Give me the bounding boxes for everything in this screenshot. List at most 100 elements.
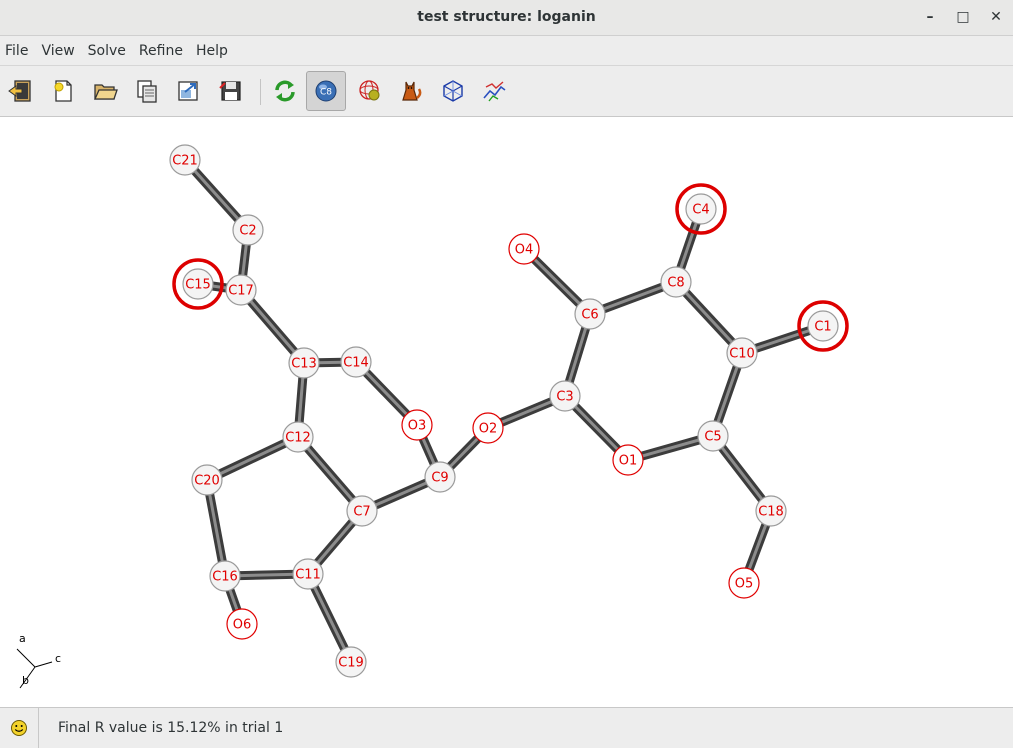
unit-cell-icon [443, 80, 463, 102]
atom-C16[interactable]: C16 [209, 560, 241, 592]
copy-icon [137, 80, 157, 103]
new-icon [54, 80, 72, 102]
refresh-button[interactable] [265, 71, 305, 111]
atom-label: C8 [667, 276, 684, 291]
menu-refine[interactable]: Refine [134, 43, 191, 59]
status-message: Final R value is 15.12% in trial 1 [58, 720, 284, 736]
axis-c-label: c [55, 652, 61, 665]
atom-O6[interactable]: O6 [226, 608, 258, 640]
window-title: test structure: loganin [417, 9, 596, 25]
atom-O1[interactable]: O1 [612, 444, 644, 476]
atom-O2[interactable]: O2 [472, 412, 504, 444]
atom-labels-button-text: C8 [320, 88, 332, 98]
atom-label: C11 [295, 568, 321, 583]
fragment-icon [483, 81, 506, 102]
molecule-canvas[interactable]: C21 C2 C15 C17 C13 C14 O3 C12 C20 C9 O2 C7 C16 C11 O6 C… [0, 117, 1013, 707]
atom-C4[interactable]: C4 [675, 183, 727, 235]
atom-label: C6 [581, 308, 598, 323]
axis-c-line [34, 661, 53, 668]
sphere-button[interactable] [350, 71, 390, 111]
atom-label: O4 [515, 243, 534, 258]
export-icon [178, 81, 198, 101]
atom-label: C4 [692, 203, 709, 218]
copy-button[interactable] [127, 71, 167, 111]
export-button[interactable] [168, 71, 208, 111]
atom-C11[interactable]: C11 [292, 558, 324, 590]
new-button[interactable] [43, 71, 83, 111]
exit-icon [8, 80, 31, 102]
atoms-layer: C21 C2 C15 C17 C13 C14 O3 C12 C20 C9 O2 C7 C16 C11 O6 C… [169, 144, 849, 678]
atom-O3[interactable]: O3 [401, 409, 433, 441]
atom-C12[interactable]: C12 [282, 421, 314, 453]
atom-labels-icon: C8 [315, 80, 337, 102]
toolbar-separator [260, 79, 261, 105]
atom-C8[interactable]: C8 [660, 266, 692, 298]
exit-button[interactable] [0, 71, 40, 111]
save-button[interactable] [211, 71, 251, 111]
atom-label: C12 [285, 431, 311, 446]
atom-labels-button[interactable]: C8 [306, 71, 346, 111]
status-bar: Final R value is 15.12% in trial 1 [0, 707, 1013, 748]
atom-C7[interactable]: C7 [346, 495, 378, 527]
atom-O5[interactable]: O5 [728, 567, 760, 599]
save-icon [219, 81, 241, 101]
atom-C13[interactable]: C13 [288, 347, 320, 379]
maximize-icon: □ [956, 9, 970, 25]
atom-label: O3 [408, 419, 427, 434]
toolbar: C8 [0, 67, 1013, 117]
minimize-button[interactable]: – [918, 6, 942, 28]
sphere-icon [359, 80, 380, 101]
orientation-axes: a c b [16, 632, 61, 689]
open-icon [93, 84, 118, 100]
atom-C19[interactable]: C19 [335, 646, 367, 678]
atom-C5[interactable]: C5 [697, 420, 729, 452]
atom-C20[interactable]: C20 [191, 464, 223, 496]
atom-label: C10 [729, 347, 755, 362]
atom-label: C20 [194, 474, 220, 489]
atom-C17[interactable]: C17 [225, 274, 257, 306]
atom-C1[interactable]: C1 [797, 300, 849, 352]
atom-label: C21 [172, 154, 198, 169]
atom-C14[interactable]: C14 [340, 346, 372, 378]
atom-label: C18 [758, 505, 784, 520]
atom-label: C14 [343, 356, 369, 371]
atom-label: C13 [291, 357, 317, 372]
atom-label: C5 [704, 430, 721, 445]
atom-label: C16 [212, 570, 238, 585]
atom-label: C9 [431, 471, 448, 486]
atom-label: O2 [479, 422, 498, 437]
cat-button[interactable] [390, 71, 430, 111]
maximize-button[interactable]: □ [951, 6, 975, 28]
open-button[interactable] [85, 71, 125, 111]
atom-label: C17 [228, 284, 254, 299]
atom-C3[interactable]: C3 [549, 380, 581, 412]
fragment-button[interactable] [474, 71, 514, 111]
atom-label: O5 [735, 577, 754, 592]
atom-C21[interactable]: C21 [169, 144, 201, 176]
atom-C18[interactable]: C18 [755, 495, 787, 527]
atom-label: O1 [619, 454, 638, 469]
menu-bar: File View Solve Refine Help [0, 36, 1013, 66]
refresh-icon [275, 80, 295, 102]
menu-file[interactable]: File [0, 43, 36, 59]
atom-C9[interactable]: C9 [424, 461, 456, 493]
bonds-layer [181, 156, 825, 664]
atom-O4[interactable]: O4 [508, 233, 540, 265]
atom-C6[interactable]: C6 [574, 298, 606, 330]
menu-view[interactable]: View [36, 43, 82, 59]
atom-C10[interactable]: C10 [726, 337, 758, 369]
structure-view[interactable]: C21 C2 C15 C17 C13 C14 O3 C12 C20 C9 O2 C7 C16 C11 O6 C… [0, 117, 1013, 707]
axis-a-line [16, 648, 36, 668]
atom-C2[interactable]: C2 [232, 214, 264, 246]
smiley-icon [11, 720, 27, 736]
minimize-icon: – [926, 9, 934, 25]
close-icon: ✕ [990, 9, 1002, 25]
atom-label: C1 [814, 320, 831, 335]
cat-icon [402, 81, 422, 101]
unit-cell-button[interactable] [433, 71, 473, 111]
close-button[interactable]: ✕ [984, 6, 1008, 28]
menu-help[interactable]: Help [191, 43, 236, 59]
menu-solve[interactable]: Solve [83, 43, 134, 59]
atom-label: C7 [353, 505, 370, 520]
status-icon-box [0, 708, 39, 748]
